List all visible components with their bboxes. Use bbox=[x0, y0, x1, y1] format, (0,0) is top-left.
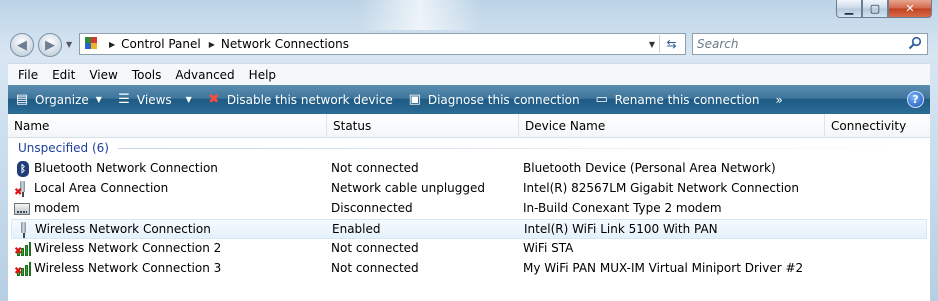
column-header-status[interactable]: Status bbox=[327, 114, 519, 138]
connection-device: Intel(R) WiFi Link 5100 With PAN bbox=[524, 222, 718, 236]
connection-name: modem bbox=[34, 201, 80, 215]
connections-list: Name Status Device Name Connectivity Uns… bbox=[8, 114, 930, 301]
address-bar[interactable]: ▶ Control Panel ▶ Network Connections ▼ … bbox=[79, 33, 686, 55]
connection-status: Enabled bbox=[332, 222, 381, 236]
title-bar-glass bbox=[360, 0, 480, 30]
forward-arrow-icon: ▶ bbox=[45, 37, 55, 53]
organize-label: Organize bbox=[35, 92, 89, 107]
breadcrumb-separator-icon[interactable]: ▶ bbox=[209, 40, 215, 49]
modem-icon bbox=[14, 201, 32, 217]
minimize-button[interactable]: ▁ bbox=[836, 0, 862, 18]
command-bar: ▤ Organize ▼ ☰ Views ▼ ✖ Disable this ne… bbox=[8, 85, 930, 114]
help-icon[interactable]: ? bbox=[907, 91, 924, 108]
diagnose-button[interactable]: ▣ Diagnose this connection bbox=[407, 92, 580, 108]
search-box[interactable] bbox=[692, 33, 928, 55]
close-button[interactable]: ✕ bbox=[888, 0, 932, 18]
wireless-signal-icon: ✖ bbox=[14, 241, 32, 257]
views-button[interactable]: ☰ Views ▼ bbox=[116, 92, 192, 108]
list-item[interactable]: ✖ Wireless Network Connection 3 Not conn… bbox=[11, 259, 927, 279]
list-item[interactable]: ✖ Local Area Connection Network cable un… bbox=[11, 179, 927, 199]
list-item[interactable]: ᛒ Bluetooth Network Connection Not conne… bbox=[11, 159, 927, 179]
connection-status: Disconnected bbox=[331, 201, 413, 215]
menu-help[interactable]: Help bbox=[249, 68, 276, 82]
bluetooth-icon: ᛒ bbox=[14, 161, 32, 177]
menu-view[interactable]: View bbox=[89, 68, 117, 82]
group-header[interactable]: Unspecified (6) bbox=[18, 141, 109, 155]
diagnose-icon: ▣ bbox=[408, 92, 421, 107]
column-headers: Name Status Device Name Connectivity bbox=[8, 114, 930, 138]
recent-pages-dropdown[interactable]: ▼ bbox=[66, 40, 72, 49]
search-icon[interactable] bbox=[908, 36, 922, 50]
connection-status: Not connected bbox=[331, 261, 419, 275]
group-divider bbox=[118, 148, 918, 149]
connection-status: Network cable unplugged bbox=[331, 181, 486, 195]
list-item[interactable]: ✖ Wireless Network Connection 2 Not conn… bbox=[11, 239, 927, 259]
wireless-adapter-icon bbox=[15, 222, 33, 238]
caption-buttons: ▁ ▢ ✕ bbox=[836, 0, 932, 20]
column-header-connectivity[interactable]: Connectivity bbox=[825, 114, 930, 138]
connection-name: Wireless Network Connection 2 bbox=[34, 241, 222, 255]
disable-x-icon: ✖ bbox=[208, 92, 220, 107]
disable-device-button[interactable]: ✖ Disable this network device bbox=[206, 92, 393, 108]
menu-edit[interactable]: Edit bbox=[52, 68, 75, 82]
forward-button[interactable]: ▶ bbox=[38, 33, 62, 57]
menu-file[interactable]: File bbox=[18, 68, 38, 82]
connection-name: Wireless Network Connection 3 bbox=[34, 261, 222, 275]
views-icon: ☰ bbox=[118, 92, 130, 107]
views-label: Views bbox=[136, 92, 172, 107]
more-commands-chevron-icon[interactable]: » bbox=[775, 93, 782, 107]
ethernet-plug-icon: ✖ bbox=[14, 181, 32, 198]
search-input[interactable] bbox=[697, 35, 897, 53]
control-panel-icon bbox=[83, 36, 101, 52]
connection-device: Intel(R) 82567LM Gigabit Network Connect… bbox=[523, 181, 799, 195]
menu-bar: File Edit View Tools Advanced Help bbox=[8, 63, 930, 85]
breadcrumb-control-panel[interactable]: Control Panel bbox=[121, 37, 201, 51]
breadcrumb-separator-icon[interactable]: ▶ bbox=[109, 40, 115, 49]
address-dropdown-icon[interactable]: ▼ bbox=[649, 40, 655, 49]
column-header-name[interactable]: Name bbox=[8, 114, 327, 138]
connection-device: My WiFi PAN MUX-IM Virtual Miniport Driv… bbox=[523, 261, 804, 275]
connection-device: Bluetooth Device (Personal Area Network) bbox=[523, 161, 776, 175]
list-item-selected[interactable]: Wireless Network Connection Enabled Inte… bbox=[11, 219, 927, 239]
menu-tools[interactable]: Tools bbox=[132, 68, 162, 82]
chevron-down-icon: ▼ bbox=[95, 95, 102, 104]
diagnose-label: Diagnose this connection bbox=[427, 92, 580, 107]
connection-name: Local Area Connection bbox=[34, 181, 169, 195]
connection-name: Bluetooth Network Connection bbox=[34, 161, 218, 175]
wireless-signal-icon: ✖ bbox=[14, 261, 32, 277]
connection-name: Wireless Network Connection bbox=[35, 222, 211, 236]
list-item[interactable]: modem Disconnected In-Build Conexant Typ… bbox=[11, 199, 927, 219]
connection-device: WiFi STA bbox=[523, 241, 574, 255]
connection-device: In-Build Conexant Type 2 modem bbox=[523, 201, 722, 215]
organize-button[interactable]: ▤ Organize ▼ bbox=[14, 92, 102, 108]
menu-advanced[interactable]: Advanced bbox=[175, 68, 234, 82]
connection-status: Not connected bbox=[331, 241, 419, 255]
rename-label: Rename this connection bbox=[614, 92, 760, 107]
rename-icon: ▭ bbox=[595, 92, 608, 107]
chevron-down-icon: ▼ bbox=[185, 95, 192, 104]
organize-icon: ▤ bbox=[15, 92, 29, 107]
connection-status: Not connected bbox=[331, 161, 419, 175]
disable-label: Disable this network device bbox=[226, 92, 393, 107]
back-button[interactable]: ◀ bbox=[10, 33, 34, 57]
column-header-device-name[interactable]: Device Name bbox=[519, 114, 825, 138]
refresh-button[interactable]: ⇆ bbox=[659, 35, 683, 53]
breadcrumb-network-connections[interactable]: Network Connections bbox=[221, 37, 349, 51]
back-arrow-icon: ◀ bbox=[17, 37, 27, 53]
maximize-button[interactable]: ▢ bbox=[862, 0, 888, 18]
explorer-window: ▁ ▢ ✕ ◀ ▶ ▼ ▶ Control Panel ▶ Network Co… bbox=[0, 0, 938, 301]
rename-button[interactable]: ▭ Rename this connection bbox=[594, 92, 760, 108]
